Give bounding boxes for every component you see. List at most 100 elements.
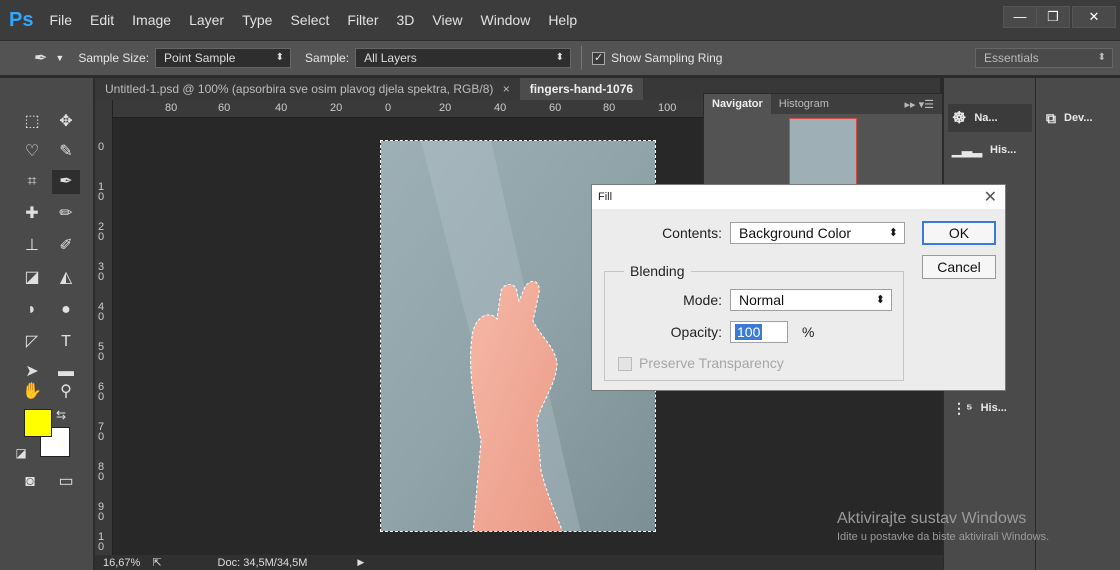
opacity-input[interactable]: 100 xyxy=(730,321,788,343)
ruler-tick: 20 xyxy=(330,102,343,114)
menu-3d[interactable]: 3D xyxy=(397,12,415,28)
ruler-tick: 20 xyxy=(439,102,452,114)
contents-select[interactable]: Background Color ⬍ xyxy=(730,222,905,244)
history-brush-tool-icon[interactable]: ✐ xyxy=(52,234,80,258)
close-window-button[interactable]: ✕ xyxy=(1072,6,1116,28)
healing-brush-tool-icon[interactable]: ✚ xyxy=(18,202,46,226)
menu-type[interactable]: Type xyxy=(242,12,272,28)
panel-menu-icon[interactable]: ▸▸ ▾☰ xyxy=(905,98,934,111)
contents-label: Contents: xyxy=(662,225,722,241)
ruler-tick: 1 0 xyxy=(98,181,105,203)
default-colors-icon[interactable]: ◪ xyxy=(14,441,28,465)
menu-edit[interactable]: Edit xyxy=(90,12,114,28)
blur-tool-icon[interactable]: ◗ xyxy=(18,298,46,322)
select-arrows-icon: ⬍ xyxy=(555,52,565,63)
crop-tool-icon[interactable]: ⌗ xyxy=(18,170,46,194)
quick-mask-icon[interactable]: ◙ xyxy=(16,470,44,494)
device-preview-icon: ⧉ xyxy=(1046,109,1056,126)
ruler-tick: 60 xyxy=(549,102,562,114)
fill-dialog: Fill ✕ Contents: Background Color ⬍ OK Ca… xyxy=(591,184,1006,391)
ruler-tick: 2 0 xyxy=(98,221,105,243)
menu-image[interactable]: Image xyxy=(132,12,171,28)
dialog-close-icon[interactable]: ✕ xyxy=(984,187,997,207)
panel-device-preview[interactable]: ⧉ Dev... xyxy=(1042,104,1120,132)
workspace-value: Essentials xyxy=(984,51,1039,65)
navigator-thumbnail[interactable] xyxy=(789,118,857,188)
preserve-transparency-label: Preserve Transparency xyxy=(639,355,784,371)
ruler-tick: 8 0 xyxy=(98,461,105,483)
maximize-button[interactable]: ❐ xyxy=(1036,6,1070,28)
navigator-icon: ☸ xyxy=(952,110,967,127)
menu-layer[interactable]: Layer xyxy=(189,12,224,28)
ruler-tick: 4 0 xyxy=(98,301,105,323)
sample-select[interactable]: All Layers ⬍ xyxy=(355,48,572,68)
doc-size: Doc: 34,5M/34,5M xyxy=(217,556,308,569)
tool-preset-chevron-icon[interactable]: ▼ xyxy=(55,53,64,63)
export-icon[interactable]: ⇱ xyxy=(152,556,161,569)
tab-close-icon[interactable]: × xyxy=(503,82,510,96)
dodge-tool-icon[interactable]: ● xyxy=(52,298,80,322)
panel-label: Dev... xyxy=(1064,112,1093,124)
cancel-button[interactable]: Cancel xyxy=(922,255,996,279)
mode-select[interactable]: Normal ⬍ xyxy=(730,289,892,311)
panel-navigator[interactable]: ☸ Na... xyxy=(948,104,1032,132)
select-arrows-icon: ⬍ xyxy=(888,227,898,239)
menu-help[interactable]: Help xyxy=(548,12,577,28)
workspace-select[interactable]: Essentials ⬍ xyxy=(975,48,1113,68)
ruler-tick: 40 xyxy=(275,102,288,114)
ruler-tick: 0 xyxy=(385,102,392,114)
sample-label: Sample: xyxy=(305,51,350,65)
quick-select-tool-icon[interactable]: ✎ xyxy=(52,140,80,164)
move-tool-icon[interactable]: ✥ xyxy=(52,110,80,134)
navigator-tabs: Navigator Histogram ▸▸ ▾☰ xyxy=(704,94,942,114)
watermark-line1: Aktivirajte sustav Windows xyxy=(837,510,1027,527)
eyedropper-tool-icon[interactable]: ✒ xyxy=(52,170,80,194)
zoom-level[interactable]: 16,67% xyxy=(103,557,140,569)
marquee-tool-icon[interactable]: ⬚ xyxy=(18,110,46,134)
ruler-tick: 60 xyxy=(218,102,231,114)
histogram-icon: ▁▃▂ xyxy=(952,142,982,157)
preserve-transparency-checkbox[interactable] xyxy=(618,357,632,371)
tab-untitled-1[interactable]: Untitled-1.psd @ 100% (apsorbira sve osi… xyxy=(95,78,520,100)
menu-file[interactable]: File xyxy=(49,12,72,28)
hand-tool-icon[interactable]: ✋ xyxy=(18,380,46,404)
watermark-line2: Idite u postavke da biste aktivirali Win… xyxy=(837,531,1050,543)
show-ring-checkbox[interactable]: ✓ xyxy=(592,51,606,65)
swap-colors-icon[interactable]: ⇆ xyxy=(54,403,68,427)
type-tool-icon[interactable]: T xyxy=(52,330,80,354)
minimize-button[interactable]: — xyxy=(1003,6,1037,28)
photoshop-logo: Ps xyxy=(9,8,34,31)
paint-bucket-tool-icon[interactable]: ◭ xyxy=(52,266,80,290)
foreground-color-swatch[interactable] xyxy=(24,409,52,437)
tab-fingers-hand[interactable]: fingers-hand-1076 xyxy=(519,78,644,100)
status-bar: 16,67% ⇱ Doc: 34,5M/34,5M ▶ xyxy=(95,555,943,570)
menu-view[interactable]: View xyxy=(432,12,462,28)
panel-history[interactable]: ⋮⁵ His... xyxy=(948,394,1032,422)
pen-tool-icon[interactable]: ◸ xyxy=(18,330,46,354)
ok-button[interactable]: OK xyxy=(922,221,996,245)
ruler-tick: 80 xyxy=(603,102,616,114)
lasso-tool-icon[interactable]: ♡ xyxy=(18,140,46,164)
opacity-unit: % xyxy=(802,324,815,340)
tab-histogram[interactable]: Histogram xyxy=(771,94,837,114)
panel-histogram[interactable]: ▁▃▂ His... xyxy=(948,136,1032,164)
vertical-ruler: 0 1 0 2 0 3 0 4 0 5 0 6 0 7 0 8 0 9 0 1 … xyxy=(95,100,113,555)
brush-tool-icon[interactable]: ✏ xyxy=(52,202,80,226)
ruler-tick: 0 xyxy=(98,141,105,153)
menu-filter[interactable]: Filter xyxy=(347,12,378,28)
menu-bar: Ps File Edit Image Layer Type Select Fil… xyxy=(0,0,1120,40)
screen-mode-icon[interactable]: ▭ xyxy=(52,470,80,494)
eyedropper-icon[interactable]: ✒ xyxy=(34,48,47,68)
eraser-tool-icon[interactable]: ◪ xyxy=(18,266,46,290)
tab-navigator[interactable]: Navigator xyxy=(704,94,771,114)
contents-value: Background Color xyxy=(739,225,852,241)
status-menu-arrow-icon[interactable]: ▶ xyxy=(357,557,364,568)
zoom-tool-icon[interactable]: ⚲ xyxy=(52,380,80,404)
tab-label: Untitled-1.psd @ 100% (apsorbira sve osi… xyxy=(105,82,494,96)
sample-size-select[interactable]: Point Sample ⬍ xyxy=(155,48,292,68)
ruler-tick: 5 0 xyxy=(98,341,105,363)
menu-window[interactable]: Window xyxy=(481,12,531,28)
clone-stamp-tool-icon[interactable]: ⊥ xyxy=(18,234,46,258)
windows-activation-watermark: Aktivirajte sustav Windows Idite u posta… xyxy=(837,510,1049,543)
menu-select[interactable]: Select xyxy=(290,12,329,28)
